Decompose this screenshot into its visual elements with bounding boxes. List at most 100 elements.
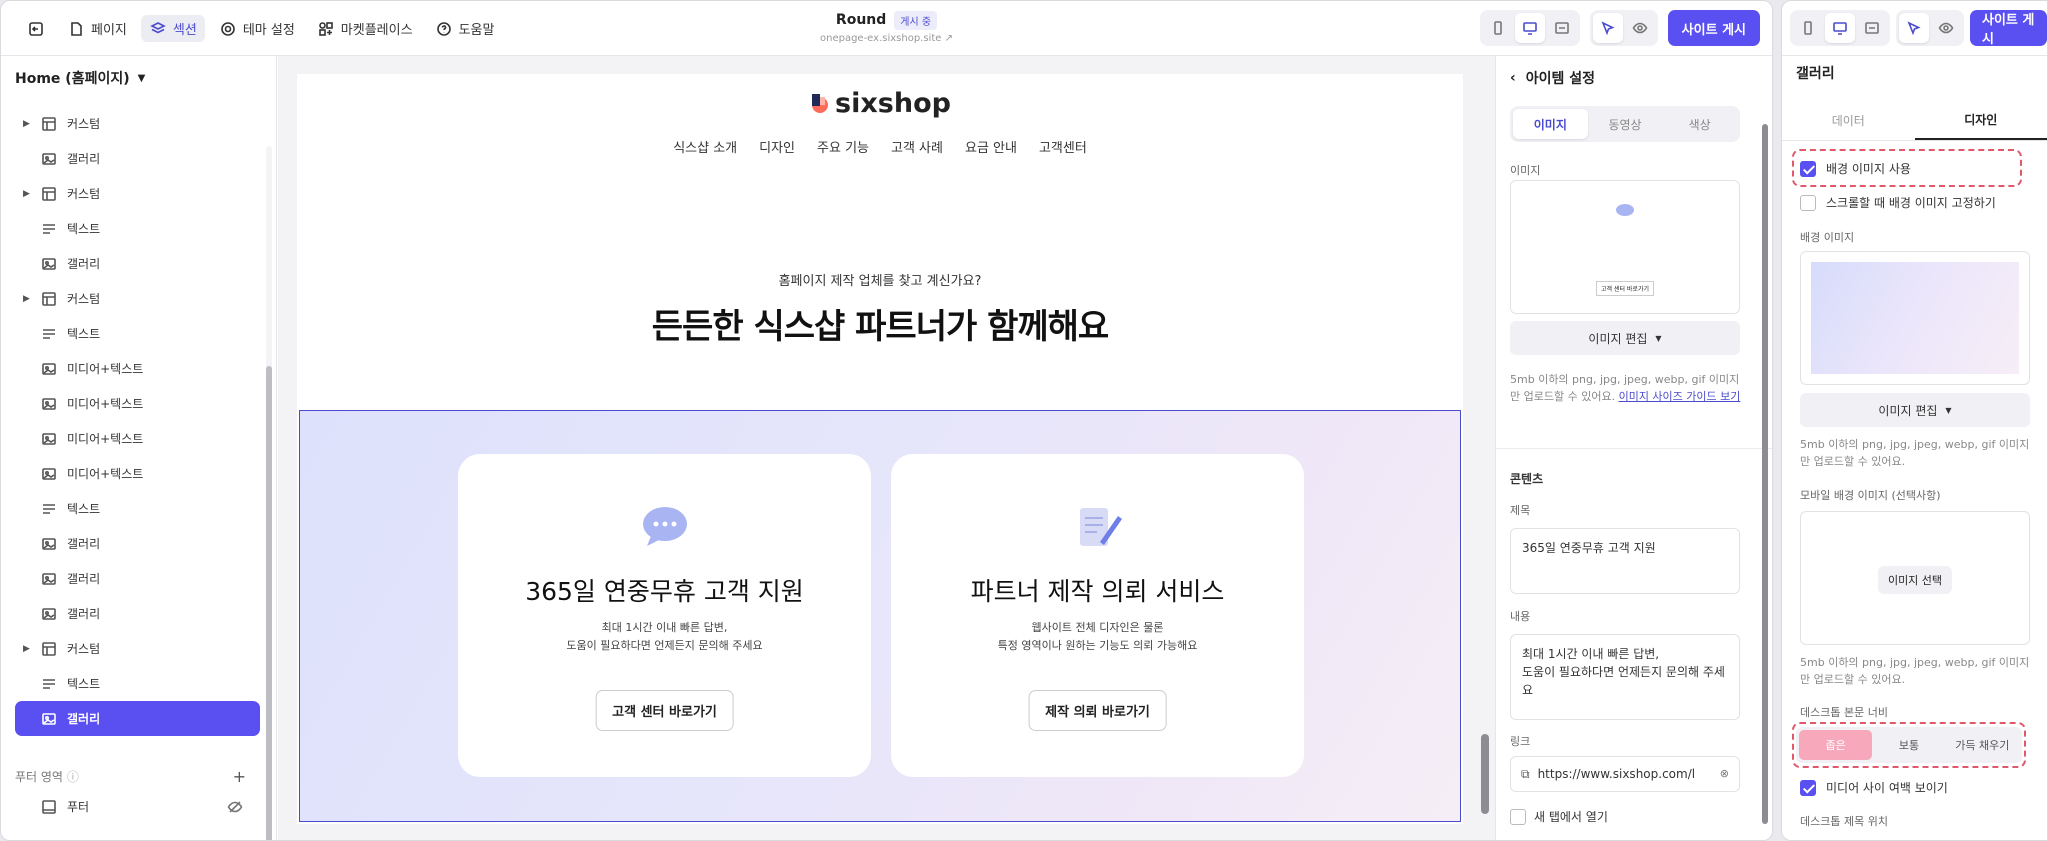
fix-bg-checkbox[interactable] [1800,194,1816,211]
sidebar-item[interactable]: 갤러리 [1,561,260,596]
publish-button[interactable]: 사이트 게시 [1970,10,2047,47]
back-chevron-icon[interactable]: ‹ [1510,70,1516,86]
footer-item[interactable]: 푸터 [1,789,260,824]
nav-item-design[interactable]: 디자인 [759,137,795,156]
canvas-area: sixshop 식스샵 소개 디자인 주요 기능 고객 사례 요금 안내 고객센… [278,56,1495,840]
add-footer-button[interactable]: + [233,767,246,786]
sidebar-item[interactable]: 갤러리 [1,596,260,631]
card-desc-line: 특정 영역이나 원하는 기능도 의뢰 가능해요 [997,639,1198,652]
sidebar-item[interactable]: 미디어+텍스트 [1,351,260,386]
sidebar-item[interactable]: 미디어+텍스트 [1,386,260,421]
partner-link-button[interactable]: 제작 의뢰 바로가기 [1028,690,1167,731]
sidebar-item[interactable]: 갤러리 [1,141,260,176]
sidebar-item[interactable]: 텍스트 [1,211,260,246]
expand-caret-icon[interactable]: ▶ [23,644,30,654]
edit-image-button[interactable]: 이미지 편집 ▼ [1510,321,1740,355]
image-icon [41,151,57,167]
sidebar-scrollbar[interactable] [266,146,272,840]
new-tab-checkbox[interactable] [1510,808,1526,825]
mobile-view-button[interactable] [1793,13,1823,43]
desktop-view-button[interactable] [1825,13,1855,43]
site-logo[interactable]: sixshop [297,88,1463,119]
image-icon [41,256,57,272]
edit-image-label: 이미지 편집 [1588,331,1648,346]
desktop-icon [1521,19,1539,37]
edit-bg-image-button[interactable]: 이미지 편집 ▼ [1800,393,2030,427]
card-desc-line: 도움이 필요하다면 언제든지 문의해 주세요 [566,639,763,652]
nav-item-intro[interactable]: 식스샵 소개 [673,137,737,156]
sidebar-item[interactable]: ▶ 커스텀 [1,281,260,316]
nav-item-pricing[interactable]: 요금 안내 [965,137,1017,156]
mobile-view-button[interactable] [1483,13,1513,43]
chat-bubble-icon [458,504,871,548]
use-bg-image-checkbox[interactable] [1800,160,1816,177]
sidebar-item[interactable]: ▶ 커스텀 [1,106,260,141]
mobile-icon [1799,19,1817,37]
sidebar-item[interactable]: 갤러리 [1,526,260,561]
preview-button[interactable] [1625,13,1655,43]
device-toggle [1479,10,1580,46]
preview-button[interactable] [1931,13,1961,43]
select-mode-button[interactable] [1899,13,1929,43]
sidebar-item[interactable]: 갤러리 [15,701,260,736]
mode-toggle [1589,10,1658,46]
media-type-tabs: 이미지 동영상 색상 [1510,106,1740,142]
nav-item-features[interactable]: 주요 기능 [817,137,869,156]
tab-color[interactable]: 색상 [1662,109,1737,139]
image-icon [41,606,57,622]
fit-view-button[interactable] [1547,13,1577,43]
sidebar-item[interactable]: ▶ 커스텀 [1,631,260,666]
eye-off-icon[interactable] [226,798,244,816]
nav-item-cases[interactable]: 고객 사례 [891,137,943,156]
expand-caret-icon[interactable]: ▶ [23,294,30,304]
tab-design[interactable]: 디자인 [1914,101,2047,140]
size-guide-link[interactable]: 이미지 사이즈 가이드 보기 [1619,390,1741,403]
publish-button[interactable]: 사이트 게시 [1667,10,1760,46]
hero-title: 든든한 식스샵 파트너가 함께해요 [651,307,1109,347]
section-sidebar: Home (홈페이지) ▼ ▶ 커스텀 갤러리 ▶ 커스텀 텍스트 갤러리 ▶ 커스텀 텍스트 미디… [1,56,277,840]
design-window: 사이트 게시 갤러리 데이터 디자인 배경 이미지 사용 스크롤할 때 배경 이… [1781,0,2048,841]
gallery-card-support[interactable]: 365일 연중무휴 고객 지원 최대 1시간 이내 빠른 답변, 도움이 필요하… [458,454,871,777]
canvas-scrollbar[interactable] [1481,74,1489,834]
site-title: Round [835,12,887,28]
desktop-view-button[interactable] [1514,13,1545,43]
gallery-section[interactable]: 365일 연중무휴 고객 지원 최대 1시간 이내 빠른 답변, 도움이 필요하… [299,410,1461,822]
title-input[interactable]: 365일 연중무휴 고객 지원 [1510,528,1740,594]
tab-video[interactable]: 동영상 [1588,109,1663,139]
mobile-bg-dropzone[interactable]: 이미지 선택 [1800,511,2030,645]
width-option-normal[interactable]: 보통 [1872,730,1945,760]
sidebar-item[interactable]: 텍스트 [1,491,260,526]
sidebar-item[interactable]: 갤러리 [1,246,260,281]
nav-item-support[interactable]: 고객센터 [1039,137,1087,156]
select-mode-button[interactable] [1592,13,1623,43]
expand-caret-icon[interactable]: ▶ [23,189,30,199]
body-textarea[interactable]: 최대 1시간 이내 빠른 답변, 도움이 필요하다면 언제든지 문의해 주세요 [1510,634,1740,720]
editor-window: 페이지 섹션 테마 설정 마켓플레이스 도움말 Round 게시 중 onepa… [0,0,1773,841]
panel-scrollbar[interactable] [1762,114,1768,834]
width-option-narrow[interactable]: 좁은 [1799,730,1873,760]
media-gap-checkbox[interactable] [1800,779,1816,796]
sidebar-item-label: 갤러리 [67,537,101,551]
expand-caret-icon[interactable]: ▶ [23,119,30,129]
tab-image[interactable]: 이미지 [1513,109,1588,139]
sidebar-item[interactable]: 텍스트 [1,666,260,701]
image-help: 5mb 이하의 png, jpg, jpeg, webp, gif 이미지만 업… [1510,371,1745,405]
image-preview[interactable]: 고객 센터 바로가기 [1510,180,1740,314]
chevron-down-icon: ▼ [137,72,146,84]
gallery-card-partner[interactable]: 파트너 제작 의뢰 서비스 웹사이트 전체 디자인은 물론 특정 영역이나 원하… [891,454,1304,777]
clear-icon[interactable]: ⊗ [1720,765,1729,783]
sidebar-item[interactable]: ▶ 커스텀 [1,176,260,211]
sidebar-item[interactable]: 텍스트 [1,316,260,351]
select-image-button[interactable]: 이미지 선택 [1877,566,1953,594]
sidebar-item[interactable]: 미디어+텍스트 [1,421,260,456]
image-icon [41,396,57,412]
page-selector[interactable]: Home (홈페이지) ▼ [1,56,276,100]
text-icon [41,326,57,342]
support-link-button[interactable]: 고객 센터 바로가기 [595,690,734,731]
tab-data[interactable]: 데이터 [1782,101,1915,140]
link-input[interactable]: ⧉ https://www.sixshop.com/l ⊗ [1510,756,1740,792]
width-option-full[interactable]: 가득 채우기 [1946,730,2019,760]
bg-image-preview[interactable] [1800,251,2030,385]
sidebar-item[interactable]: 미디어+텍스트 [1,456,260,491]
fit-view-button[interactable] [1857,13,1887,43]
